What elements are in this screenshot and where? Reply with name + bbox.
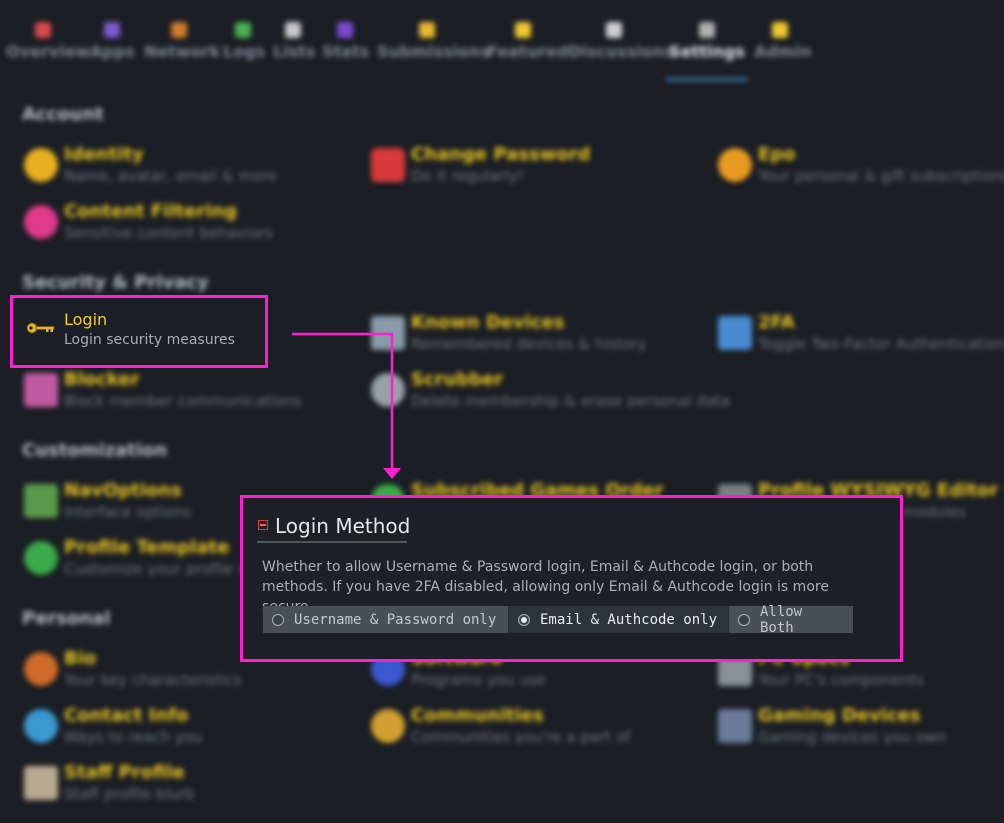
radio-allow-both[interactable]: Allow Both xyxy=(729,604,853,636)
collapse-icon[interactable] xyxy=(258,520,268,530)
radio-email-authcode[interactable]: Email & Authcode only xyxy=(509,606,729,633)
dialog-title-underline xyxy=(257,541,407,543)
radio-selected-icon xyxy=(518,613,530,626)
login-method-radio-group: Username & Password only Email & Authcod… xyxy=(263,604,853,636)
radio-circle-icon xyxy=(272,613,284,626)
radio-username-password[interactable]: Username & Password only xyxy=(263,606,509,633)
radio-circle-icon xyxy=(738,613,750,626)
dialog-title: Login Method xyxy=(275,514,411,538)
connector-arrow xyxy=(292,332,401,479)
